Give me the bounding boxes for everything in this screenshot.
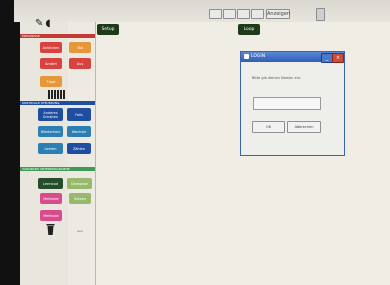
- toolbar-button-3[interactable]: [237, 9, 250, 19]
- event-block[interactable]: Tab: [69, 42, 91, 53]
- trash-icon[interactable]: [46, 223, 55, 235]
- section-header-events: EREIGNISSE: [20, 34, 95, 38]
- section-header-control: KONTROLLE STEUERUNG: [20, 101, 95, 105]
- subprogram-block[interactable]: Methode: [40, 210, 62, 221]
- palette-tool-icons: [48, 90, 65, 99]
- variable-block[interactable]: Leerstad: [38, 178, 63, 189]
- photographed-screen: Anzeigen ✎ ◖ EREIGNISSE KONTROLLE STEUER…: [0, 0, 390, 285]
- login-dialog: LOGIN _ × Bitte gib deinen Namen ein: OK…: [240, 51, 345, 156]
- toolbar-button-2[interactable]: [223, 9, 236, 19]
- control-block[interactable]: Wechsle: [67, 126, 91, 137]
- event-block[interactable]: Ändert: [40, 58, 62, 69]
- bulb-icon[interactable]: ◖: [45, 18, 50, 30]
- toolbar-dropdown[interactable]: [316, 8, 325, 21]
- cancel-button[interactable]: Abbrechen: [287, 121, 321, 133]
- event-block[interactable]: Anklicken: [40, 42, 62, 53]
- tool-icon[interactable]: [54, 90, 56, 99]
- variable-block[interactable]: Übergabe: [67, 178, 92, 189]
- toolbar-button-4[interactable]: [251, 9, 264, 19]
- pencil-icon[interactable]: ✎: [35, 18, 43, 30]
- control-block[interactable]: Zählen: [67, 143, 91, 154]
- setup-block[interactable]: Setup: [97, 24, 119, 35]
- control-block[interactable]: Wiederhole: [38, 126, 63, 137]
- dialog-title: LOGIN: [251, 54, 266, 59]
- ok-button[interactable]: OK: [252, 121, 285, 133]
- loop-block[interactable]: Loop: [238, 24, 260, 35]
- monitor-bezel: [0, 0, 20, 285]
- palette-icon-row: ✎ ◖: [35, 18, 51, 30]
- control-block[interactable]: Anderes Schalten: [38, 108, 63, 121]
- anzeigen-button[interactable]: Anzeigen: [266, 9, 290, 19]
- app-icon: [244, 54, 249, 59]
- dialog-titlebar[interactable]: LOGIN _ ×: [241, 52, 344, 63]
- side-label: Leer: [76, 229, 84, 233]
- tool-icon[interactable]: [63, 90, 65, 99]
- dialog-prompt: Bitte gib deinen Namen ein:: [252, 76, 302, 80]
- subprogram-block[interactable]: Methode: [40, 193, 62, 204]
- event-block[interactable]: Aus: [69, 58, 91, 69]
- section-header-variables: VARIABLEN UNTERPROGRAMME: [20, 167, 95, 171]
- tool-icon[interactable]: [57, 90, 59, 99]
- event-block[interactable]: Tippt: [40, 76, 62, 87]
- app-toolbar: Anzeigen: [14, 0, 390, 22]
- tool-icon[interactable]: [51, 90, 53, 99]
- tool-icon[interactable]: [48, 90, 50, 99]
- name-input[interactable]: [253, 97, 321, 110]
- close-icon[interactable]: ×: [332, 53, 344, 63]
- toolbar-button-1[interactable]: [209, 9, 222, 19]
- control-block[interactable]: Leeren: [38, 143, 63, 154]
- variable-block[interactable]: Setzen: [69, 193, 91, 204]
- tool-icon[interactable]: [60, 90, 62, 99]
- control-block[interactable]: Falls: [67, 108, 91, 121]
